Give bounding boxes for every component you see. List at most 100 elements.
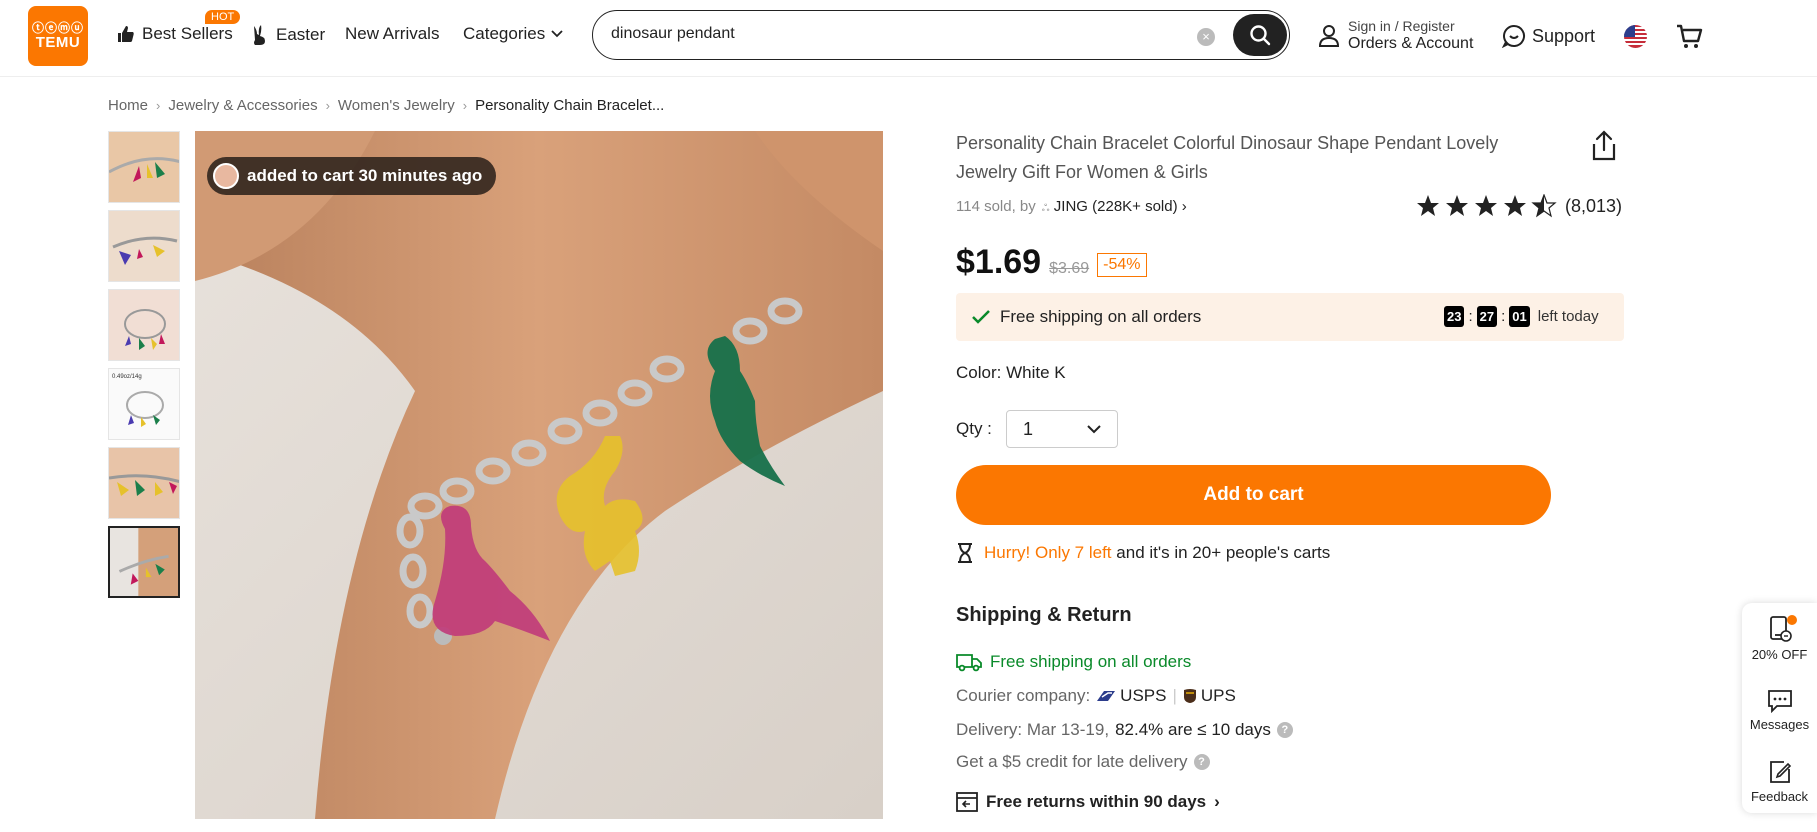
breadcrumb-jewelry[interactable]: Jewelry & Accessories	[168, 97, 317, 114]
ups-shield-icon	[1183, 689, 1196, 703]
nav-best-sellers-label: Best Sellers	[142, 24, 233, 43]
nav-easter-label: Easter	[276, 25, 326, 44]
breadcrumb: Home › Jewelry & Accessories › Women's J…	[108, 97, 664, 114]
chevron-right-icon: ›	[325, 98, 330, 113]
share-button[interactable]	[1590, 130, 1618, 167]
store-icon: ஃ	[1041, 203, 1050, 214]
timer-minutes: 27	[1476, 306, 1498, 327]
feedback-widget[interactable]: Feedback	[1742, 759, 1817, 804]
orders-account-label: Orders & Account	[1348, 35, 1474, 52]
free-returns-text: Free returns within 90 days	[986, 792, 1207, 811]
nav-categories[interactable]: Categories	[463, 24, 563, 44]
cart-button[interactable]	[1675, 22, 1703, 55]
seller-name: JING	[1053, 198, 1088, 215]
support-link[interactable]: Support	[1502, 24, 1595, 48]
hourglass-icon	[958, 543, 972, 563]
nav-best-sellers[interactable]: Best Sellers	[116, 24, 233, 44]
price-block: $1.69 $3.69 -54%	[956, 243, 1147, 282]
nav-easter[interactable]: Easter	[250, 24, 325, 46]
timer-hours: 23	[1444, 306, 1465, 327]
help-icon[interactable]: ?	[1276, 722, 1293, 738]
clear-icon[interactable]: ×	[1197, 28, 1215, 46]
qty-label: Qty :	[956, 419, 992, 438]
user-icon	[1318, 24, 1340, 47]
carrier-usps: USPS	[1096, 686, 1166, 706]
stars-rating-icon	[1417, 194, 1557, 218]
account-menu[interactable]: Sign in / Register Orders & Account	[1318, 18, 1473, 53]
product-title: Personality Chain Bracelet Colorful Dino…	[956, 133, 1499, 182]
thumbnail-2[interactable]	[108, 210, 180, 282]
message-icon	[1767, 690, 1792, 713]
feedback-edit-icon	[1769, 761, 1791, 783]
stock-alert: Hurry! Only 7 left and it's in 20+ peopl…	[956, 542, 1330, 564]
chevron-down-icon	[1087, 424, 1101, 433]
notification-dot	[1787, 615, 1797, 625]
help-icon[interactable]: ?	[1193, 754, 1210, 770]
discount-widget-label: 20% OFF	[1751, 647, 1808, 662]
share-icon	[1592, 130, 1616, 161]
sold-count: 114 sold, by	[956, 198, 1036, 215]
bunny-icon	[254, 25, 265, 45]
delivery-date: Delivery: Mar 13-19,	[956, 720, 1110, 739]
courier-line: Courier company: USPS | UPS	[956, 686, 1236, 706]
temu-logo[interactable]: ⓣⓔⓜⓤ TEMU	[28, 6, 88, 66]
breadcrumb-home[interactable]: Home	[108, 97, 148, 114]
sold-by-line: 114 sold, by ஃ JING (228K+ sold) ›	[956, 198, 1187, 215]
rating[interactable]: (8,013)	[1416, 194, 1622, 218]
us-flag-icon[interactable]	[1624, 25, 1647, 48]
discount-widget[interactable]: 20% OFF	[1742, 615, 1817, 662]
late-credit-line: Get a $5 credit for late delivery ?	[956, 752, 1210, 772]
return-box-icon	[956, 792, 978, 812]
late-credit-text: Get a $5 credit for late delivery	[956, 752, 1188, 771]
free-shipping-text: Free shipping on all orders	[990, 652, 1192, 671]
countdown-timer: 23: 27: 01 left today	[1444, 306, 1599, 327]
shopping-cart-icon	[1677, 24, 1703, 48]
main-product-image[interactable]	[195, 131, 883, 819]
quantity-value: 1	[1023, 418, 1034, 439]
free-shipping-banner-text: Free shipping on all orders	[1000, 307, 1202, 326]
color-label: Color: White K	[956, 363, 1066, 382]
shipping-return-title: Shipping & Return	[956, 604, 1132, 626]
truck-icon	[956, 654, 982, 672]
seller-link[interactable]: ஃ JING (228K+ sold) ›	[1042, 198, 1187, 215]
added-to-cart-text: added to cart 30 minutes ago	[247, 166, 483, 185]
added-to-cart-notice: added to cart 30 minutes ago	[207, 157, 497, 195]
thumbnail-5[interactable]	[108, 447, 180, 519]
avatar	[213, 163, 239, 189]
breadcrumb-womens-jewelry[interactable]: Women's Jewelry	[338, 97, 455, 114]
hurry-carts-text: and it's in 20+ people's carts	[1116, 543, 1331, 562]
hot-badge: HOT	[205, 10, 241, 24]
thumb-weight-caption: 0.49oz/14g	[112, 374, 142, 380]
usps-eagle-icon	[1097, 691, 1116, 701]
thumbnail-6-selected[interactable]	[108, 526, 180, 598]
search-input[interactable]: dinosaur pendant	[611, 25, 735, 43]
thumbnail-3[interactable]	[108, 289, 180, 361]
chevron-right-icon: ›	[1181, 198, 1187, 215]
search-button[interactable]	[1233, 14, 1287, 56]
logo-word: TEMU	[35, 34, 81, 51]
breadcrumb-current: Personality Chain Bracelet...	[475, 97, 665, 114]
delivery-line: Delivery: Mar 13-19, 82.4% are ≤ 10 days…	[956, 720, 1293, 740]
chevron-right-icon: ›	[462, 98, 468, 113]
carrier-ups: UPS	[1183, 686, 1236, 706]
add-to-cart-button[interactable]: Add to cart	[956, 465, 1551, 525]
free-shipping-line: Free shipping on all orders	[956, 652, 1191, 672]
discount-badge: -54%	[1097, 253, 1147, 277]
thumbs-up-icon	[118, 26, 134, 42]
quantity-select[interactable]: 1	[1006, 410, 1118, 448]
current-price: $1.69	[956, 243, 1042, 281]
delivery-percentage: 82.4% are ≤ 10 days	[1115, 720, 1271, 739]
carrier-usps-label: USPS	[1120, 686, 1167, 705]
chevron-down-icon	[551, 30, 563, 38]
messages-widget[interactable]: Messages	[1742, 689, 1817, 732]
nav-new-arrivals[interactable]: New Arrivals	[345, 24, 439, 44]
thumbnail-4[interactable]: 0.49oz/14g	[108, 368, 180, 440]
carrier-ups-label: UPS	[1200, 686, 1236, 705]
thumbnail-1[interactable]	[108, 131, 180, 203]
free-returns-link[interactable]: Free returns within 90 days ›	[956, 792, 1220, 812]
timer-note: left today	[1537, 308, 1599, 325]
chevron-right-icon: ›	[156, 98, 161, 113]
chat-support-icon	[1502, 24, 1525, 48]
support-label: Support	[1532, 25, 1596, 46]
nav-categories-label: Categories	[463, 24, 546, 43]
